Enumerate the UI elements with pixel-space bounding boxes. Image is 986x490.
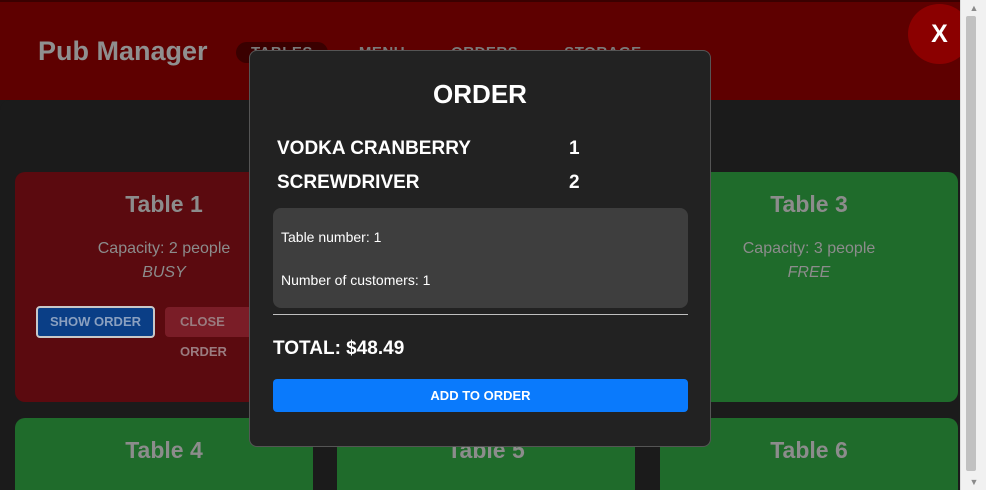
scroll-thumb[interactable] [966,16,976,471]
customer-count-text: Number of customers: 1 [281,272,431,288]
modal-title: ORDER [433,79,527,109]
app-page: Pub Manager TABLES MENU ORDERS STORAGE T… [0,0,960,490]
show-order-button[interactable]: SHOW ORDER [36,306,155,338]
order-item-qty: 1 [569,138,580,159]
order-item-name: VODKA CRANBERRY [277,138,471,159]
brand-title: Pub Manager [38,36,208,66]
order-item-qty: 2 [569,172,580,193]
order-total: TOTAL: $48.49 [273,338,405,359]
order-info-box: Table number: 1 Number of customers: 1 [273,208,688,308]
triangle-up-icon[interactable]: ▲ [961,0,986,16]
modal-divider [273,314,688,315]
order-modal: ORDER VODKA CRANBERRY 1 SCREWDRIVER 2 Ta… [249,50,711,447]
add-to-order-button[interactable]: ADD TO ORDER [273,379,688,412]
vertical-scrollbar[interactable]: ▲ ▼ [960,0,986,490]
order-item-name: SCREWDRIVER [277,172,420,193]
table-number-text: Table number: 1 [281,229,382,245]
table-actions: SHOW ORDER CLOSE ORDER [36,306,275,359]
triangle-down-icon[interactable]: ▼ [961,474,986,490]
